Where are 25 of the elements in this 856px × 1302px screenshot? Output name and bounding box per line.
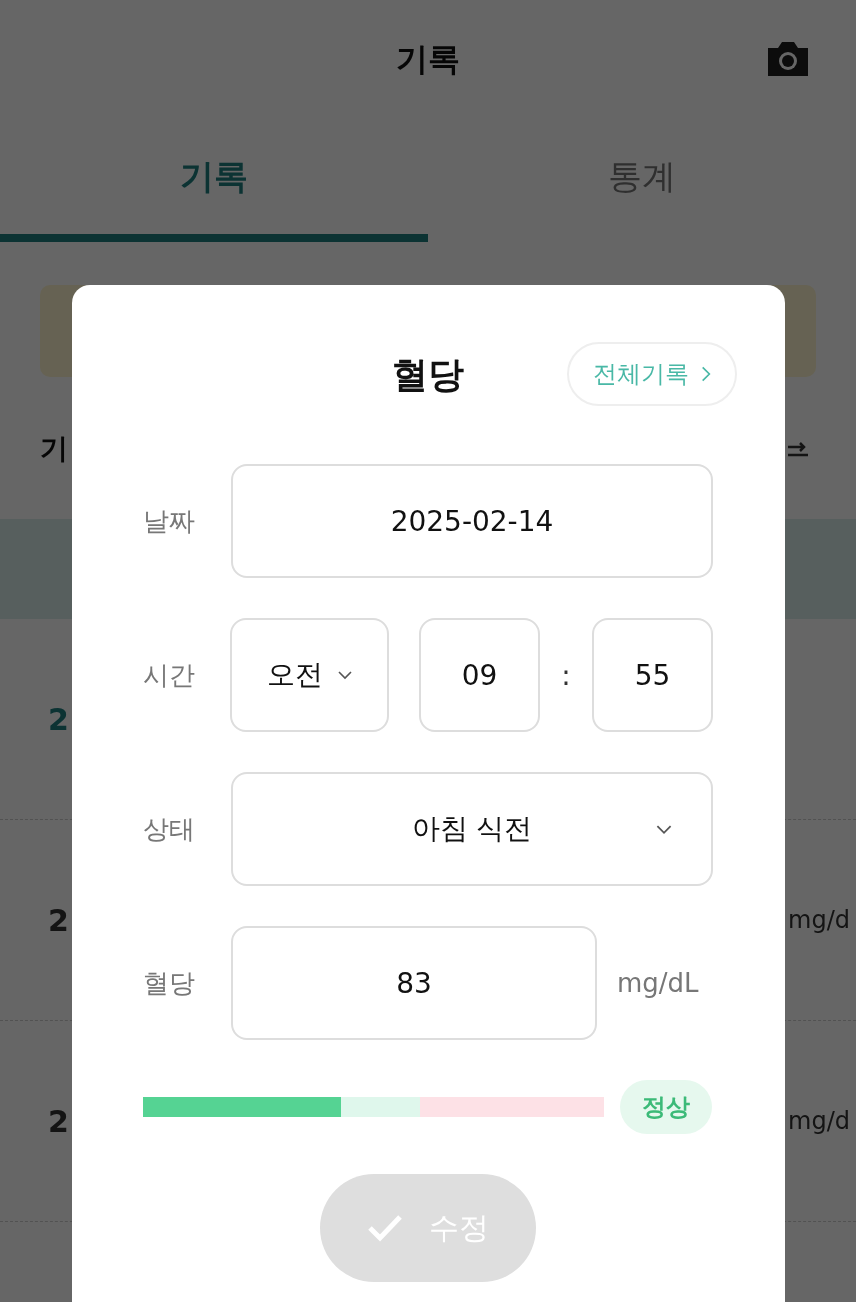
- dialog-title: 혈당: [392, 352, 464, 397]
- record-date: 2: [48, 902, 69, 938]
- time-separator: :: [560, 658, 572, 692]
- field-label: 시간: [143, 658, 196, 692]
- record-unit: mg/d: [788, 906, 850, 934]
- check-icon: [367, 1214, 403, 1242]
- chevron-down-icon: [655, 823, 673, 835]
- page-title: 기록: [396, 39, 460, 80]
- minute-field[interactable]: 55: [592, 618, 713, 732]
- date-field[interactable]: 2025-02-14: [231, 464, 713, 578]
- field-label: 날짜: [143, 504, 196, 538]
- record-date: 2: [48, 1103, 69, 1139]
- record-unit: mg/d: [788, 1107, 850, 1135]
- section-title: 기: [40, 431, 68, 467]
- unit-label: mg/dL: [617, 968, 699, 998]
- state-dropdown[interactable]: 아침 식전: [231, 772, 713, 886]
- hour-field[interactable]: 09: [419, 618, 540, 732]
- status-badge: 정상: [620, 1080, 712, 1134]
- chevron-down-icon: [336, 670, 353, 680]
- field-label: 혈당: [143, 966, 196, 1000]
- chevron-right-icon: [701, 365, 711, 383]
- record-date: 2: [48, 701, 69, 737]
- meridiem-dropdown[interactable]: 오전: [230, 618, 389, 732]
- glucose-field[interactable]: 83: [231, 926, 597, 1040]
- field-label: 상태: [143, 812, 196, 846]
